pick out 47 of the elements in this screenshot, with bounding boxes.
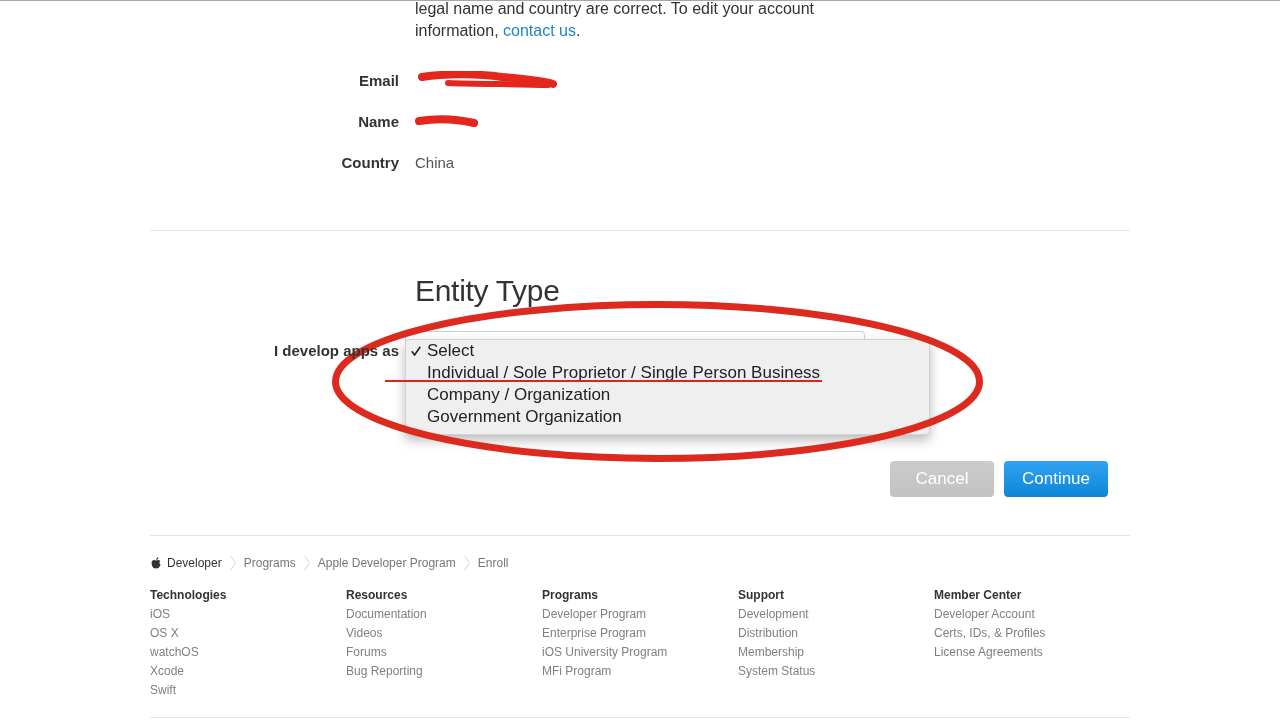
footer-heading: Resources (346, 587, 408, 604)
breadcrumb-link[interactable]: Developer (167, 555, 222, 571)
redaction-scribble-icon (415, 114, 479, 129)
breadcrumb-link[interactable]: Enroll (477, 555, 509, 571)
chevron-icon (303, 555, 310, 571)
dropdown-option[interactable]: Company / Organization (406, 384, 929, 406)
footer-link[interactable]: Certs, IDs, & Profiles (934, 624, 1046, 643)
footer-link[interactable]: License Agreements (934, 643, 1043, 662)
footer-link[interactable]: Enterprise Program (542, 624, 647, 643)
footer-heading: Support (738, 587, 784, 604)
field-label: Name (357, 113, 399, 130)
footer-link[interactable]: Distribution (738, 624, 799, 643)
field-value: China (415, 154, 455, 171)
intro-paragraph: legal name and country are correct. To edit your account information, contact us. (415, 1, 816, 41)
chevron-icon (229, 555, 236, 571)
footer-link[interactable]: Documentation (346, 605, 427, 624)
contact-link[interactable]: contact us (503, 22, 576, 39)
redaction-scribble-icon (418, 70, 558, 91)
footer-link[interactable]: Developer Program (542, 605, 647, 624)
footer-link[interactable]: Xcode (150, 662, 185, 681)
field-label: Email (357, 72, 399, 89)
footer-link[interactable]: iOS University Program (542, 643, 668, 662)
footer-heading: Programs (542, 587, 599, 604)
field-label: Country (340, 154, 399, 171)
footer-link[interactable]: watchOS (150, 643, 199, 662)
footer-link[interactable]: Bug Reporting (346, 662, 423, 681)
footer-heading: Member Center (934, 587, 1022, 604)
breadcrumb-link[interactable]: Apple Developer Program (317, 555, 456, 571)
continue-button[interactable]: Continue (1004, 461, 1108, 497)
breadcrumb-link[interactable]: Programs (243, 555, 296, 571)
dropdown-option[interactable]: Select (406, 340, 929, 362)
footer-link[interactable]: Development (738, 605, 809, 624)
footer-link[interactable]: Membership (738, 643, 805, 662)
chevron-icon (463, 555, 470, 571)
footer-heading: Technologies (150, 587, 227, 604)
footer-link[interactable]: Swift (150, 681, 176, 700)
apple-icon (151, 557, 161, 569)
footer-link[interactable]: System Status (738, 662, 816, 681)
footer-link[interactable]: MFi Program (542, 662, 612, 681)
footer-link[interactable]: OS X (150, 624, 179, 643)
footer-link[interactable]: iOS (150, 605, 170, 624)
footer-link[interactable]: Developer Account (934, 605, 1035, 624)
dropdown-option[interactable]: Government Organization (406, 406, 929, 428)
footer-link[interactable]: Forums (346, 643, 387, 662)
section-title: Entity Type (415, 273, 560, 309)
dropdown-option[interactable]: Individual / Sole Proprietor / Single Person Business (406, 362, 929, 384)
footer-link[interactable]: Videos (346, 624, 383, 643)
